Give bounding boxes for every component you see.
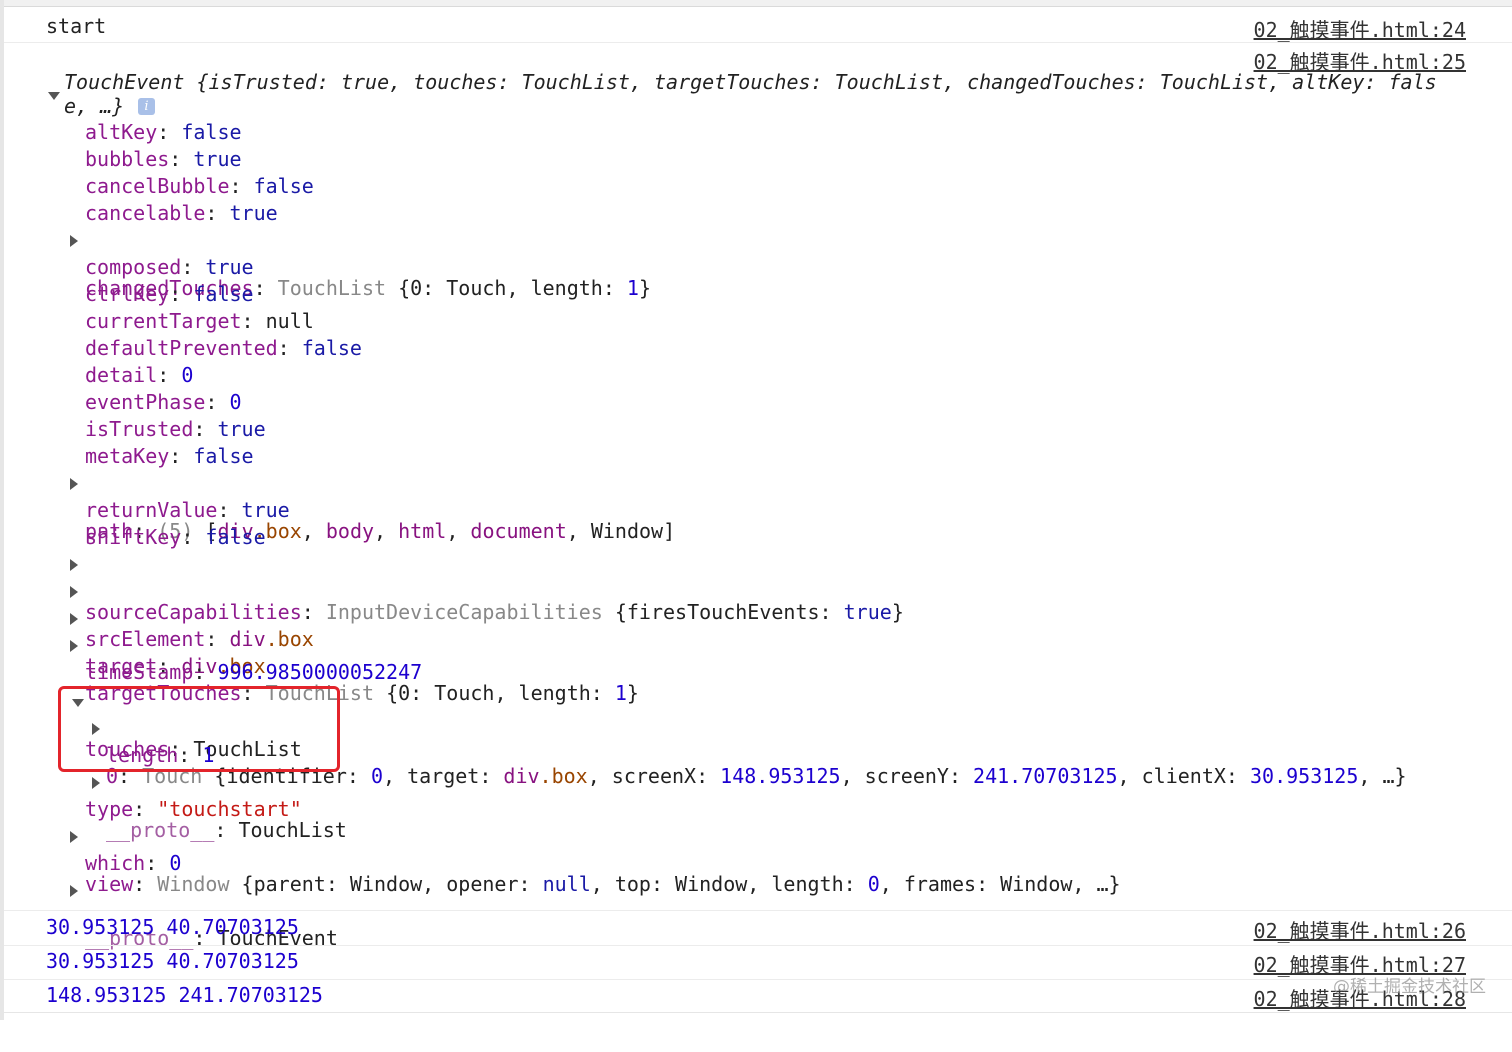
event-summary-line1: TouchEvent {isTrusted: true, touches: To… <box>64 70 1437 94</box>
expand-triangle-right-icon[interactable] <box>70 586 78 598</box>
console-bottom-border <box>4 1012 1512 1013</box>
expand-triangle-right-icon[interactable] <box>70 559 78 571</box>
expand-triangle-right-icon[interactable] <box>92 777 100 789</box>
info-icon[interactable]: i <box>138 98 155 115</box>
console-text: 30.953125 40.70703125 <box>46 949 299 973</box>
console-text: 30.953125 40.70703125 <box>46 915 299 939</box>
console-message-row-2: 30.953125 40.70703125 02_触摸事件.html:27 <box>4 946 1512 980</box>
console-message-row-3: 148.953125 241.70703125 02_触摸事件.html:28 <box>4 980 1512 1012</box>
console-message-event-source: 02_触摸事件.html:25 <box>4 46 1512 74</box>
expand-triangle-down-icon[interactable] <box>48 92 60 100</box>
highlight-annotation-box <box>58 686 340 772</box>
prop-proto[interactable]: __proto__: TouchEvent <box>4 878 1512 950</box>
event-summary-line2: e, …} <box>64 94 125 118</box>
expand-triangle-right-icon[interactable] <box>70 613 78 625</box>
expand-triangle-right-icon[interactable] <box>70 640 78 652</box>
console-top-border <box>4 0 1512 7</box>
expand-triangle-right-icon[interactable] <box>70 831 78 843</box>
expand-triangle-right-icon[interactable] <box>70 478 78 490</box>
expand-triangle-right-icon[interactable] <box>70 885 78 897</box>
console-text: 148.953125 241.70703125 <box>46 983 323 1007</box>
watermark: @稀土掘金技术社区 <box>1333 977 1486 997</box>
expand-triangle-right-icon[interactable] <box>70 235 78 247</box>
console-text: start <box>46 14 107 38</box>
source-link[interactable]: 02_触摸事件.html:24 <box>1254 14 1466 43</box>
source-link[interactable]: 02_触摸事件.html:26 <box>1254 915 1466 944</box>
console-message-row-1: 30.953125 40.70703125 02_触摸事件.html:26 <box>4 912 1512 946</box>
console-message-start: start 02_触摸事件.html:24 <box>4 8 1512 43</box>
